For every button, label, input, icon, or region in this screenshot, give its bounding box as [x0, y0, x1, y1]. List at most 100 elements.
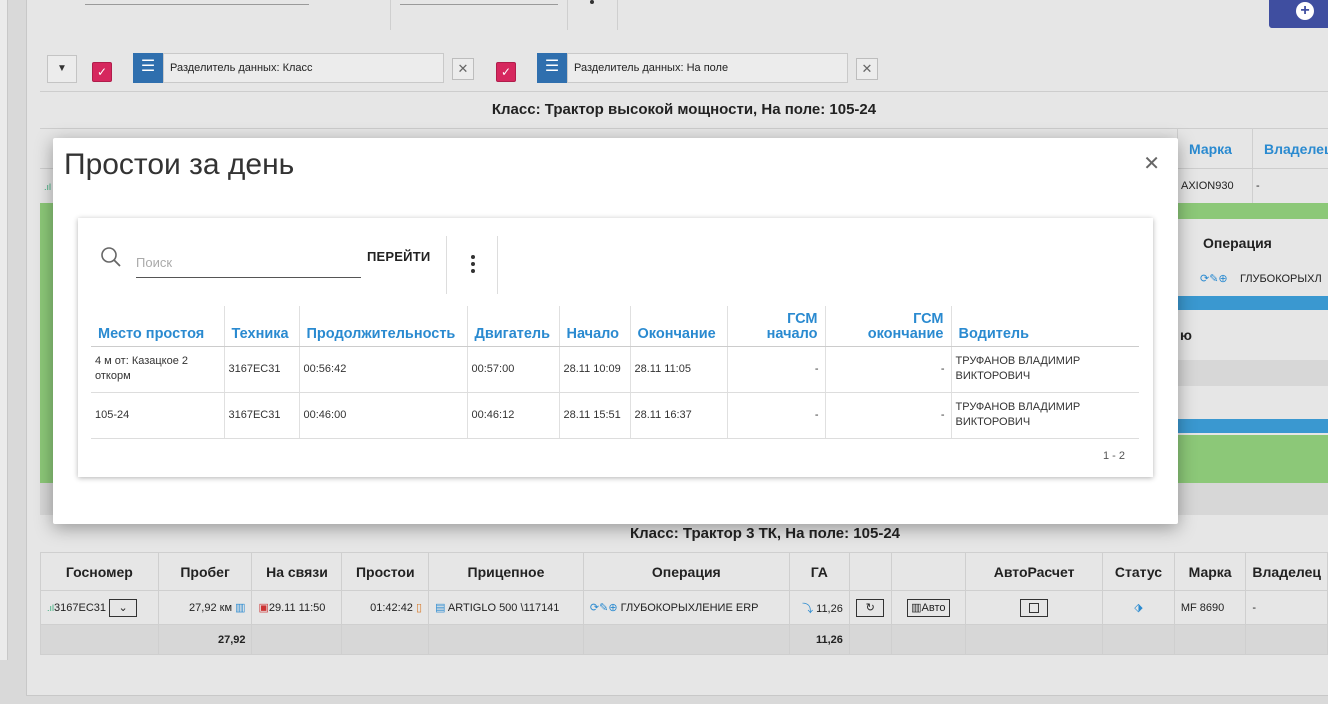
total-cell: [341, 624, 430, 655]
total-ga-cell: 11,26: [788, 624, 850, 655]
total-cell: [1102, 624, 1175, 655]
tech-cell: 3167ЕС31: [224, 346, 300, 393]
column-header-place[interactable]: Место простоя: [91, 306, 225, 347]
refresh-cell: ↻: [848, 590, 892, 625]
pagination-label: 1 - 2: [1102, 450, 1125, 462]
auto-button[interactable]: ▥Авто: [907, 598, 950, 617]
column-header-na-svyazi[interactable]: На связи: [251, 552, 343, 591]
column-header-marka[interactable]: Марка: [1189, 141, 1232, 157]
place-cell: 105-24: [91, 392, 225, 439]
column-header-gsm-end[interactable]: ГСМ окончание: [825, 306, 952, 347]
device-offline-icon: ▣: [258, 602, 269, 614]
filter-checkbox-2[interactable]: ✓: [496, 62, 516, 82]
close-icon[interactable]: ✕: [1143, 154, 1160, 174]
end-cell: 28.11 11:05: [630, 346, 728, 393]
prostoi-cell[interactable]: 01:42:42 ▯: [341, 590, 430, 625]
column-header-duration[interactable]: Продолжительность: [299, 306, 468, 347]
ga-arrow-icon: ⤵: [802, 602, 814, 615]
search-input[interactable]: [136, 248, 361, 278]
column-header-driver[interactable]: Водитель: [951, 306, 1139, 347]
column-header-ga[interactable]: ГА: [788, 552, 850, 591]
probeg-cell: 27,92 км ▥: [157, 590, 253, 625]
group-title: Класс: Трактор высокой мощности, На поле…: [491, 101, 877, 118]
divider: [40, 128, 1328, 129]
total-cell: [1245, 624, 1328, 655]
total-probeg-cell: 27,92: [157, 624, 253, 655]
table-row[interactable]: 105-24 3167ЕС31 00:46:00 00:46:12 28.11 …: [91, 392, 1139, 439]
total-cell: [428, 624, 584, 655]
more-menu-button[interactable]: [446, 236, 498, 294]
column-header-engine[interactable]: Двигатель: [467, 306, 560, 347]
left-panel: [0, 0, 8, 660]
column-header-operation[interactable]: Операция: [582, 552, 790, 591]
column-header-start[interactable]: Начало: [559, 306, 631, 347]
divider: [40, 91, 1328, 92]
gsm-end-cell: -: [825, 346, 952, 393]
total-cell: [848, 624, 892, 655]
top-filter-input-2[interactable]: [400, 0, 558, 5]
duration-cell: 00:56:42: [299, 346, 468, 393]
operation-icons[interactable]: ⟳✎⊕: [1200, 272, 1228, 285]
column-header-autoraschet[interactable]: АвтоРасчет: [965, 552, 1104, 591]
operation-cell: ГЛУБОКОРЫХЛ: [1240, 273, 1322, 285]
map-icon[interactable]: ▥: [235, 602, 245, 614]
column-header-owner[interactable]: Владелец: [1264, 141, 1328, 157]
total-cell: [251, 624, 343, 655]
place-cell: 4 м от: Казацкое 2 откорм: [91, 346, 225, 393]
group-title: Класс: Трактор 3 ТК, На поле: 105-24: [629, 525, 900, 542]
driver-cell: ТРУФАНОВ ВЛАДИМИР ВИКТОРОВИЧ: [951, 392, 1139, 439]
operation-icons[interactable]: ⟳✎⊕: [590, 602, 618, 614]
table-row[interactable]: .ıl3167ЕС31 ⌄ 27,92 км ▥ ▣29.11 11:50 01…: [40, 590, 1328, 625]
remove-filter-button[interactable]: ✕: [452, 58, 474, 80]
refresh-button[interactable]: ↻: [856, 598, 885, 617]
totals-row: 27,92 11,26: [40, 624, 1328, 655]
owner-cell: -: [1256, 180, 1260, 192]
column-header-tech[interactable]: Техника: [224, 306, 300, 347]
dialog-title: Простои за день: [64, 148, 295, 181]
duration-cell: 00:46:00: [299, 392, 468, 439]
total-cell: [582, 624, 790, 655]
tag-icon: ⬗: [1134, 602, 1143, 614]
plus-icon: +: [1296, 2, 1314, 20]
idle-warning-icon: ▯: [416, 602, 423, 614]
table-row[interactable]: 4 м от: Казацкое 2 откорм 3167ЕС31 00:56…: [91, 346, 1139, 393]
filter-chip-field[interactable]: Разделитель данных: На поле: [567, 53, 848, 83]
operation-cell: ⟳✎⊕ ГЛУБОКОРЫХЛЕНИЕ ERP: [582, 590, 790, 625]
column-header-probeg[interactable]: Пробег: [157, 552, 253, 591]
column-header-marka[interactable]: Марка: [1173, 552, 1247, 591]
operation-header: Операция: [1203, 235, 1272, 251]
gsm-end-cell: -: [825, 392, 952, 439]
column-header-prostoi[interactable]: Простои: [341, 552, 430, 591]
column-header-end[interactable]: Окончание: [630, 306, 728, 347]
goto-button[interactable]: ПЕРЕЙТИ: [367, 249, 430, 264]
ga-cell: ⤵ 11,26: [788, 590, 850, 625]
column-header-pricepnoe[interactable]: Прицепное: [428, 552, 584, 591]
vehicles-table: Госномер Пробег На связи Простои Прицепн…: [40, 552, 1328, 655]
chevron-down-icon[interactable]: ⌄: [109, 598, 138, 617]
list-icon: ☰: [133, 53, 163, 83]
column-header-owner[interactable]: Владелец: [1245, 552, 1328, 591]
start-cell: 28.11 15:51: [559, 392, 631, 439]
totals-row: [1178, 360, 1328, 386]
green-row: [1178, 435, 1328, 483]
list-icon: ☰: [537, 53, 567, 83]
top-filter-input-1[interactable]: [85, 0, 309, 5]
autoraschet-checkbox[interactable]: [1020, 598, 1049, 617]
na-svyazi-cell: ▣29.11 11:50: [251, 590, 343, 625]
status-cell[interactable]: ⬗: [1102, 590, 1175, 625]
expand-dropdown-button[interactable]: ▼: [47, 55, 77, 83]
divider: [1252, 128, 1253, 203]
table-header-row: Место простоя Техника Продолжительность …: [91, 306, 1139, 347]
signal-icon: .ıl: [47, 602, 55, 613]
remove-filter-button[interactable]: ✕: [856, 58, 878, 80]
column-header-status[interactable]: Статус: [1102, 552, 1175, 591]
add-button[interactable]: +: [1269, 0, 1328, 28]
blue-row: [1178, 296, 1328, 310]
filter-chip-class[interactable]: Разделитель данных: Класс: [163, 53, 444, 83]
total-cell: [890, 624, 967, 655]
auto-cell: ▥Авто: [890, 590, 967, 625]
column-header-gosnomer[interactable]: Госномер: [40, 552, 159, 591]
column-header-gsm-start[interactable]: ГСМ начало: [727, 306, 826, 347]
divider: [567, 0, 568, 30]
filter-checkbox-1[interactable]: ✓: [92, 62, 112, 82]
